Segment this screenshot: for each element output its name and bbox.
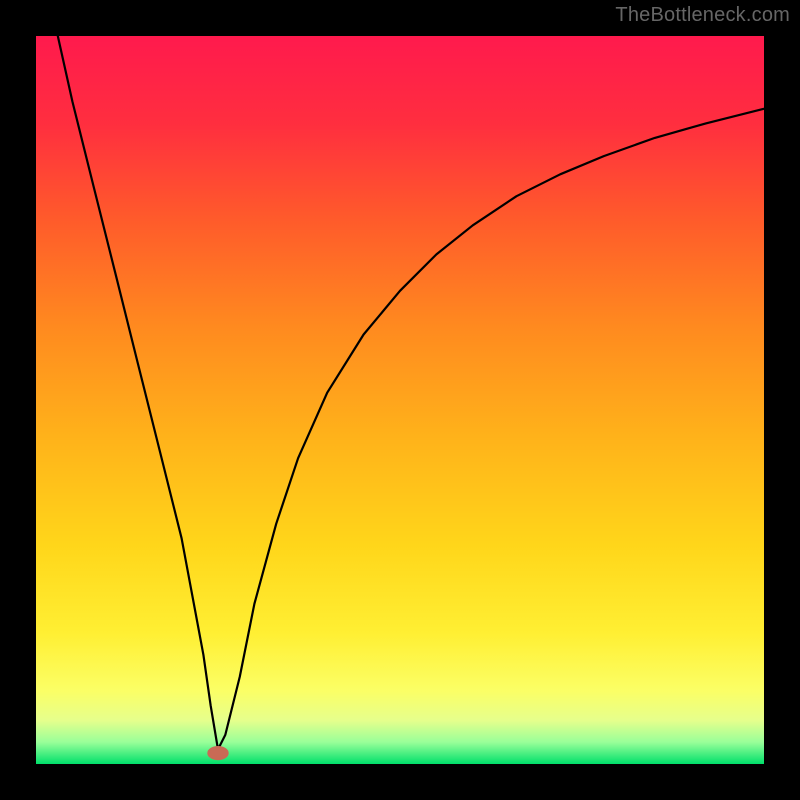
plot-svg bbox=[36, 36, 764, 764]
background-rect bbox=[36, 36, 764, 764]
chart-frame: TheBottleneck.com bbox=[0, 0, 800, 800]
plot-area bbox=[36, 36, 764, 764]
watermark-text: TheBottleneck.com bbox=[615, 4, 790, 27]
optimal-point-marker bbox=[208, 747, 228, 760]
